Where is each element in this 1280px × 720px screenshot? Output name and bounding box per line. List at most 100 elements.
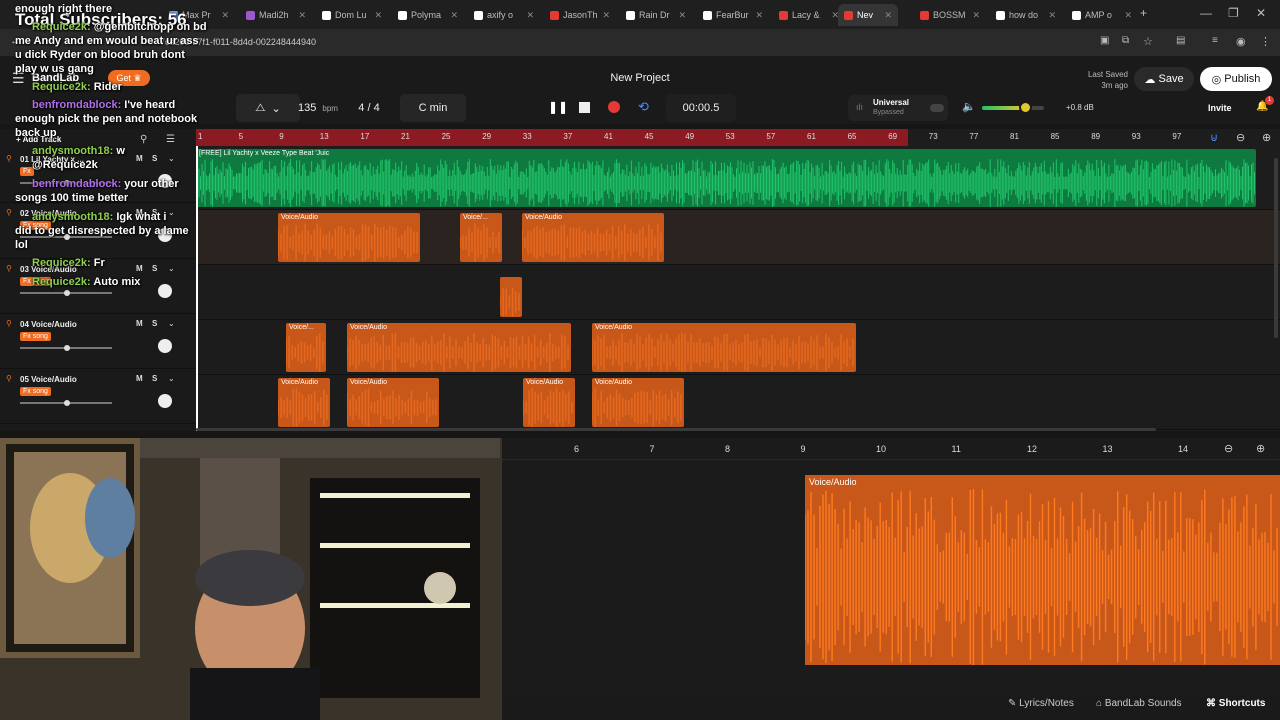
- tab-close-icon[interactable]: ✕: [755, 10, 763, 21]
- track-menu-chevron-icon[interactable]: ⌄: [168, 264, 175, 273]
- editor-ruler[interactable]: 6 7 8 9 10 11 12 13 14 ⊖ ⊕: [502, 438, 1280, 460]
- track-lane[interactable]: [196, 265, 1280, 320]
- editor-zoom-out-icon[interactable]: ⊖: [1224, 442, 1233, 455]
- browser-tab[interactable]: Polyma ✕: [392, 4, 464, 26]
- record-button[interactable]: [608, 101, 620, 113]
- master-volume-knob[interactable]: [1019, 101, 1033, 114]
- more-menu-icon[interactable]: ⋮: [1260, 35, 1271, 48]
- vertical-scrollbar[interactable]: [1274, 158, 1278, 338]
- tab-close-icon[interactable]: ✕: [374, 10, 382, 21]
- browser-tab[interactable]: how do ✕: [990, 4, 1062, 26]
- voice-clip[interactable]: Voice/Audio: [592, 323, 856, 372]
- extension-icon[interactable]: ▣: [1100, 35, 1109, 46]
- browser-tab[interactable]: Madi2h ✕: [240, 4, 312, 26]
- voice-clip[interactable]: Voice/Audio: [278, 378, 330, 427]
- tab-close-icon[interactable]: ✕: [298, 10, 306, 21]
- browser-tab[interactable]: Rain Dr ✕: [620, 4, 692, 26]
- solo-button[interactable]: S: [152, 264, 157, 273]
- project-title[interactable]: New Project: [560, 72, 720, 84]
- track-menu-chevron-icon[interactable]: ⌄: [168, 319, 175, 328]
- track-volume-handle[interactable]: [64, 290, 70, 296]
- track-settings-icon[interactable]: ☰: [166, 134, 175, 145]
- tab-close-icon[interactable]: ✕: [678, 10, 686, 21]
- voice-clip[interactable]: Voice/Audio: [347, 323, 571, 372]
- browser-tab[interactable]: Dom Lu ✕: [316, 4, 388, 26]
- tab-close-icon[interactable]: ✕: [1048, 10, 1056, 21]
- track-name[interactable]: 05 Voice/Audio: [20, 375, 77, 384]
- track-menu-chevron-icon[interactable]: ⌄: [168, 374, 175, 383]
- voice-clip[interactable]: Voice/Audio: [592, 378, 684, 427]
- new-tab-button[interactable]: +: [1140, 6, 1147, 20]
- publish-button[interactable]: ◎ Publish: [1200, 67, 1272, 91]
- fx-badge[interactable]: Fx song: [20, 387, 51, 396]
- pause-button[interactable]: ❚❚: [548, 100, 568, 114]
- url-field[interactable]: 7ca208-b7f1-f011-8d4d-002248444940: [160, 34, 1080, 51]
- voice-clip[interactable]: Voice/Audio: [523, 378, 575, 427]
- profile-icon[interactable]: ◉: [1236, 35, 1246, 48]
- solo-button[interactable]: S: [152, 319, 157, 328]
- editor-zoom-in-icon[interactable]: ⊕: [1256, 442, 1265, 455]
- zoom-in-icon[interactable]: ⊕: [1262, 131, 1271, 144]
- mute-button[interactable]: M: [136, 319, 143, 328]
- menu-lines-icon[interactable]: ≡: [1212, 35, 1218, 46]
- tab-close-icon[interactable]: ✕: [602, 10, 610, 21]
- voice-clip[interactable]: [500, 277, 522, 317]
- master-effects-button[interactable]: ılı Universal Bypassed: [848, 95, 948, 121]
- editor-voice-clip[interactable]: Voice/Audio: [805, 475, 1280, 665]
- magic-wand-icon[interactable]: ⚲: [140, 134, 147, 145]
- time-signature-field[interactable]: 4 / 4: [348, 94, 390, 122]
- track-lanes[interactable]: [FREE] Lil Yachty x Veeze Type Beat 'Jui…: [196, 146, 1280, 431]
- mute-button[interactable]: M: [136, 374, 143, 383]
- install-icon[interactable]: ⧉: [1122, 35, 1129, 46]
- voice-clip[interactable]: Voice/Audio: [522, 213, 664, 262]
- timeline-ruler[interactable]: 1 5 9 13 17 21 25 29 33 37 41 45 49 53 57 61 65 69 73 77 81 8…: [196, 129, 1280, 146]
- mute-button[interactable]: M: [136, 264, 143, 273]
- bookmark-star-icon[interactable]: ☆: [1143, 35, 1153, 48]
- browser-tab[interactable]: JasonTh ✕: [544, 4, 616, 26]
- maximize-icon[interactable]: ❐: [1228, 6, 1239, 20]
- track-header[interactable]: ⚲ 04 Voice/Audio Fx song M S ⌄: [0, 314, 196, 369]
- mute-button[interactable]: M: [136, 154, 143, 163]
- minimize-icon[interactable]: —: [1200, 6, 1212, 20]
- tab-close-icon[interactable]: ✕: [884, 10, 892, 21]
- browser-tab[interactable]: AMP o ✕: [1066, 4, 1138, 26]
- beat-clip[interactable]: [FREE] Lil Yachty x Veeze Type Beat 'Jui…: [196, 149, 1256, 207]
- track-menu-chevron-icon[interactable]: ⌄: [168, 154, 175, 163]
- shortcuts-button[interactable]: ⌘ Shortcuts: [1206, 698, 1265, 709]
- voice-clip[interactable]: Voice/...: [286, 323, 326, 372]
- browser-tab[interactable]: Nev ✕: [838, 4, 898, 26]
- track-lane[interactable]: Voice/Audio Voice/... Voice/Audio: [196, 210, 1280, 265]
- master-volume-slider[interactable]: [982, 101, 1044, 114]
- voice-clip[interactable]: Voice/...: [460, 213, 502, 262]
- track-header[interactable]: ⚲ 05 Voice/Audio Fx song M S ⌄: [0, 369, 196, 424]
- loop-region[interactable]: [196, 129, 908, 146]
- voice-clip[interactable]: Voice/Audio: [347, 378, 439, 427]
- browser-tab[interactable]: FearBur ✕: [697, 4, 769, 26]
- tab-close-icon[interactable]: ✕: [972, 10, 980, 21]
- solo-button[interactable]: S: [152, 154, 157, 163]
- save-button[interactable]: ☁ Save: [1134, 67, 1194, 91]
- track-volume-handle[interactable]: [64, 345, 70, 351]
- tab-close-icon[interactable]: ✕: [1124, 10, 1132, 21]
- tab-close-icon[interactable]: ✕: [450, 10, 458, 21]
- browser-tab[interactable]: BOSSM ✕: [914, 4, 986, 26]
- key-field[interactable]: C min: [400, 94, 466, 122]
- track-lane[interactable]: [FREE] Lil Yachty x Veeze Type Beat 'Jui…: [196, 146, 1280, 210]
- tempo-field[interactable]: 135 bpm: [290, 94, 346, 122]
- voice-clip[interactable]: Voice/Audio: [278, 213, 420, 262]
- pan-knob[interactable]: [158, 284, 172, 298]
- bypass-toggle[interactable]: [930, 104, 944, 112]
- fx-badge[interactable]: Fx song: [20, 332, 51, 341]
- track-volume-handle[interactable]: [64, 400, 70, 406]
- stop-button[interactable]: [579, 102, 590, 113]
- track-name[interactable]: 04 Voice/Audio: [20, 320, 77, 329]
- invite-button[interactable]: Invite: [1208, 103, 1232, 113]
- snap-magnet-icon[interactable]: ⊍: [1210, 131, 1218, 144]
- track-lane[interactable]: Voice/... Voice/Audio Voice/Audio: [196, 320, 1280, 375]
- bandlab-sounds-button[interactable]: ⌂ BandLab Sounds: [1096, 698, 1182, 709]
- pan-knob[interactable]: [158, 394, 172, 408]
- horizontal-scrollbar[interactable]: [196, 428, 1156, 431]
- lyrics-notes-button[interactable]: ✎ Lyrics/Notes: [1008, 698, 1074, 709]
- solo-button[interactable]: S: [152, 374, 157, 383]
- playhead[interactable]: [196, 146, 198, 431]
